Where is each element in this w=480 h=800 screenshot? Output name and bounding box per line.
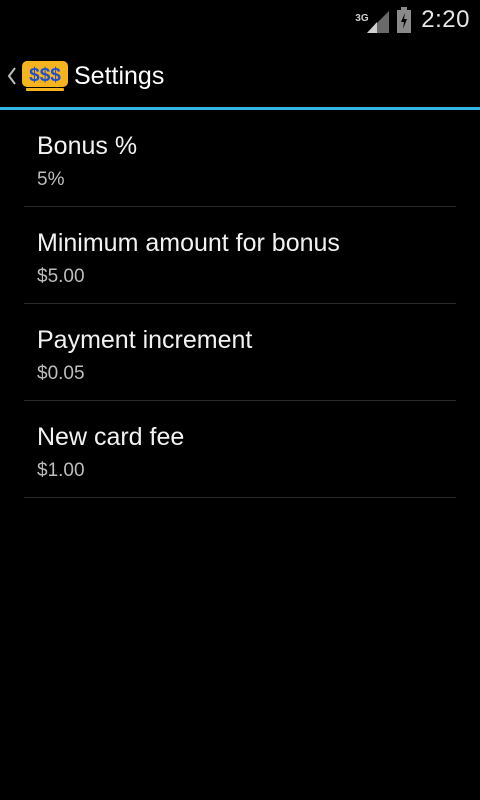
up-navigation-button[interactable]: $$$ Settings	[0, 52, 170, 100]
back-caret-icon	[7, 67, 16, 85]
preference-summary: 5%	[37, 169, 65, 190]
app-icon-text: $$$	[29, 65, 61, 86]
preference-title: New card fee	[37, 423, 185, 451]
signal-icon: 3G	[355, 7, 391, 33]
preference-payment-increment[interactable]: Payment increment $0.05	[24, 304, 456, 401]
preference-summary: $1.00	[37, 460, 85, 481]
preference-title: Bonus %	[37, 132, 138, 160]
preference-minimum-amount[interactable]: Minimum amount for bonus $5.00	[24, 207, 456, 304]
preference-list: Bonus % 5% Minimum amount for bonus $5.0…	[24, 110, 456, 498]
page-title: Settings	[74, 61, 165, 90]
status-clock: 2:20	[421, 6, 470, 33]
preference-summary: $0.05	[37, 363, 85, 384]
action-bar: $$$ Settings	[0, 40, 480, 108]
preference-title: Payment increment	[37, 326, 253, 354]
preference-title: Minimum amount for bonus	[37, 229, 340, 257]
preference-bonus-percent[interactable]: Bonus % 5%	[24, 110, 456, 207]
status-icons: 3G 2:20	[355, 0, 470, 40]
status-bar: 3G 2:20	[0, 0, 480, 40]
preference-new-card-fee[interactable]: New card fee $1.00	[24, 401, 456, 498]
app-icon: $$$	[22, 61, 68, 91]
preference-summary: $5.00	[37, 266, 85, 287]
network-type-label: 3G	[355, 13, 369, 24]
battery-icon	[397, 7, 412, 33]
